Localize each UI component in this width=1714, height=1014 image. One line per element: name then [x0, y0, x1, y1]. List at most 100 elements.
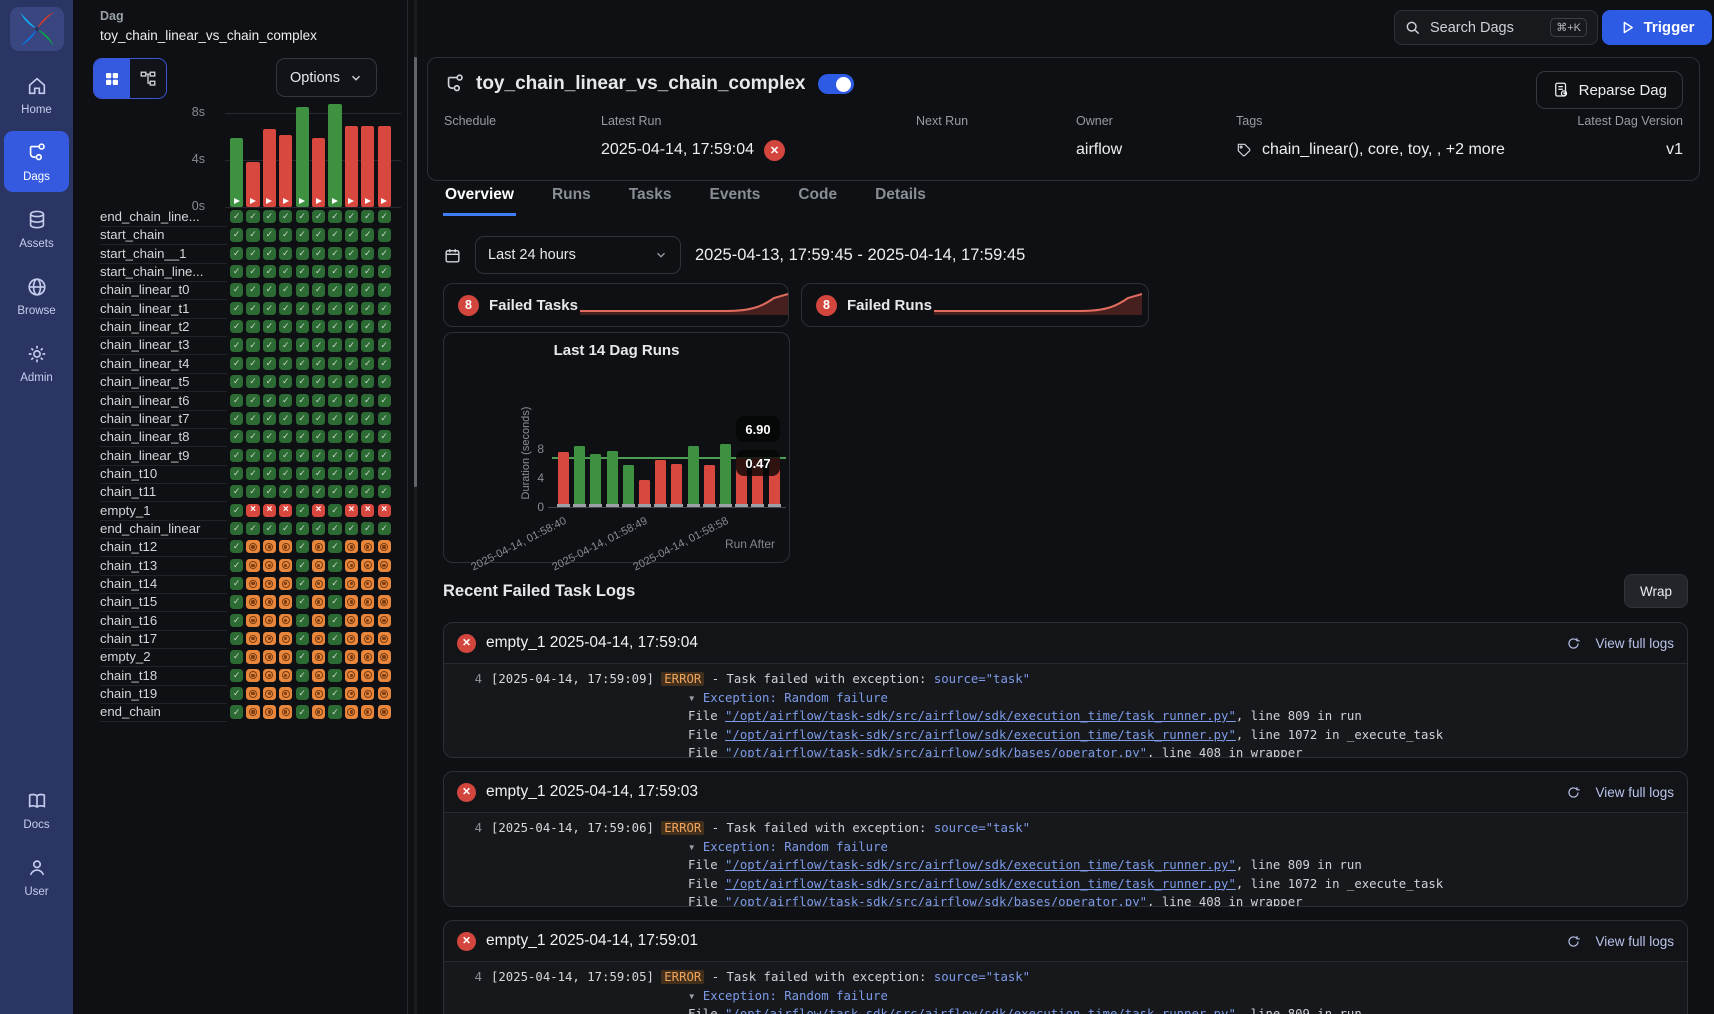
task-instance-cell[interactable]: ✓: [296, 504, 309, 517]
task-instance-cell[interactable]: ✓: [263, 522, 276, 535]
task-instance-cell[interactable]: ✓: [296, 540, 309, 553]
task-instance-cell[interactable]: [312, 650, 325, 663]
task-instance-cell[interactable]: ✓: [378, 522, 391, 535]
task-instance-cell[interactable]: ✓: [328, 577, 341, 590]
task-instance-cell[interactable]: ✓: [361, 375, 374, 388]
task-instance-cell[interactable]: ✓: [263, 320, 276, 333]
task-instance-cell[interactable]: ✓: [361, 412, 374, 425]
dag-run-bar[interactable]: [345, 126, 358, 207]
task-instance-cell[interactable]: ✓: [361, 228, 374, 241]
task-instance-cell[interactable]: ✓: [230, 449, 243, 462]
task-instance-cell[interactable]: ✓: [378, 302, 391, 315]
task-instance-cell[interactable]: ✓: [345, 210, 358, 223]
task-instance-cell[interactable]: [246, 687, 259, 700]
task-instance-cell[interactable]: ✓: [378, 338, 391, 351]
task-instance-cell[interactable]: ✓: [246, 247, 259, 260]
task-instance-cell[interactable]: ✓: [263, 412, 276, 425]
task-instance-cell[interactable]: ✓: [378, 430, 391, 443]
task-instance-cell[interactable]: ✓: [312, 338, 325, 351]
task-instance-cell[interactable]: ✓: [345, 265, 358, 278]
task-instance-cell[interactable]: [361, 559, 374, 572]
task-instance-cell[interactable]: ✓: [361, 394, 374, 407]
task-instance-cell[interactable]: [263, 650, 276, 663]
task-instance-cell[interactable]: ✓: [378, 210, 391, 223]
task-name[interactable]: chain_linear_t2: [100, 319, 227, 337]
task-name[interactable]: start_chain_line...: [100, 264, 227, 282]
task-instance-cell[interactable]: [378, 650, 391, 663]
run-duration-bar[interactable]: [720, 444, 731, 508]
task-name[interactable]: empty_2: [100, 649, 227, 667]
task-instance-cell[interactable]: [345, 559, 358, 572]
dag-run-bar[interactable]: [361, 126, 374, 207]
task-instance-cell[interactable]: [361, 650, 374, 663]
task-instance-cell[interactable]: [263, 705, 276, 718]
task-name[interactable]: chain_linear_t5: [100, 374, 227, 392]
task-instance-cell[interactable]: ✓: [361, 357, 374, 370]
task-instance-cell[interactable]: [312, 632, 325, 645]
task-instance-cell[interactable]: ✓: [378, 228, 391, 241]
task-instance-cell[interactable]: ✓: [263, 467, 276, 480]
task-instance-cell[interactable]: [263, 687, 276, 700]
task-instance-cell[interactable]: ✓: [263, 394, 276, 407]
task-instance-cell[interactable]: ×: [279, 504, 292, 517]
task-name[interactable]: chain_t14: [100, 576, 227, 594]
task-instance-cell[interactable]: ✓: [263, 375, 276, 388]
task-instance-cell[interactable]: [279, 559, 292, 572]
task-instance-cell[interactable]: ✓: [296, 283, 309, 296]
task-instance-cell[interactable]: ✓: [361, 338, 374, 351]
task-name[interactable]: chain_linear_t8: [100, 429, 227, 447]
run-duration-bar[interactable]: [558, 452, 569, 508]
options-button[interactable]: Options: [276, 58, 377, 97]
refresh-icon[interactable]: [1566, 934, 1581, 949]
task-instance-cell[interactable]: ✓: [279, 283, 292, 296]
task-instance-cell[interactable]: ✓: [263, 283, 276, 296]
task-instance-cell[interactable]: [345, 595, 358, 608]
task-instance-cell[interactable]: ✓: [345, 430, 358, 443]
task-instance-cell[interactable]: ✓: [279, 357, 292, 370]
task-instance-cell[interactable]: [361, 632, 374, 645]
task-instance-cell[interactable]: ✓: [230, 485, 243, 498]
task-instance-cell[interactable]: [279, 650, 292, 663]
task-instance-cell[interactable]: ✓: [361, 320, 374, 333]
task-instance-cell[interactable]: ✓: [246, 522, 259, 535]
sidebar-item-home[interactable]: Home: [4, 64, 69, 125]
task-instance-cell[interactable]: [279, 687, 292, 700]
run-duration-bar[interactable]: [607, 451, 618, 508]
task-instance-cell[interactable]: [361, 595, 374, 608]
task-instance-cell[interactable]: ✓: [296, 449, 309, 462]
task-instance-cell[interactable]: ✓: [312, 449, 325, 462]
task-name[interactable]: chain_t16: [100, 613, 227, 631]
task-instance-cell[interactable]: ✓: [345, 283, 358, 296]
task-name[interactable]: chain_t17: [100, 631, 227, 649]
reparse-dag-button[interactable]: Reparse Dag: [1536, 71, 1683, 109]
task-instance-cell[interactable]: ✓: [378, 467, 391, 480]
task-instance-cell[interactable]: ✓: [230, 650, 243, 663]
task-instance-cell[interactable]: ✓: [246, 375, 259, 388]
task-instance-cell[interactable]: ✓: [378, 394, 391, 407]
task-instance-cell[interactable]: ✓: [230, 357, 243, 370]
task-instance-cell[interactable]: ✓: [246, 485, 259, 498]
task-instance-cell[interactable]: ✓: [312, 265, 325, 278]
task-instance-cell[interactable]: ✓: [328, 375, 341, 388]
task-instance-cell[interactable]: ✓: [230, 687, 243, 700]
task-instance-cell[interactable]: [361, 540, 374, 553]
task-instance-cell[interactable]: ✓: [296, 650, 309, 663]
task-instance-cell[interactable]: [345, 632, 358, 645]
task-instance-cell[interactable]: ✓: [328, 302, 341, 315]
task-instance-cell[interactable]: ✓: [345, 412, 358, 425]
task-instance-cell[interactable]: ✓: [230, 614, 243, 627]
task-instance-cell[interactable]: ✓: [328, 449, 341, 462]
task-instance-cell[interactable]: ✓: [296, 394, 309, 407]
task-instance-cell[interactable]: ✓: [378, 265, 391, 278]
task-instance-cell[interactable]: ✓: [378, 320, 391, 333]
task-instance-cell[interactable]: ✓: [279, 338, 292, 351]
frame-file-link[interactable]: "/opt/airflow/task-sdk/src/airflow/sdk/b…: [725, 746, 1147, 758]
task-instance-cell[interactable]: ✓: [230, 540, 243, 553]
task-instance-cell[interactable]: [246, 669, 259, 682]
task-instance-cell[interactable]: ✓: [279, 449, 292, 462]
task-instance-cell[interactable]: ✓: [312, 247, 325, 260]
grid-view-button[interactable]: [94, 59, 130, 98]
refresh-icon[interactable]: [1566, 636, 1581, 651]
task-instance-cell[interactable]: [246, 559, 259, 572]
task-instance-cell[interactable]: ✓: [296, 357, 309, 370]
